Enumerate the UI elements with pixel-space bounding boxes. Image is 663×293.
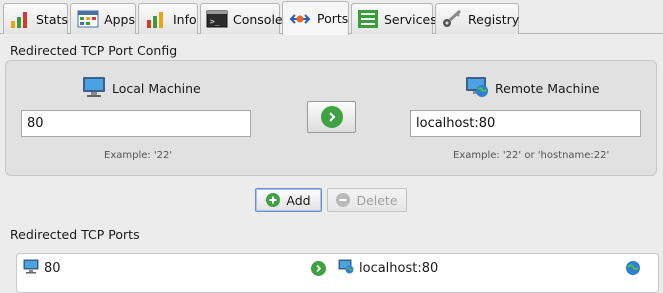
info-bars-icon — [144, 8, 168, 30]
remote-machine-label: Remote Machine — [495, 81, 600, 96]
tab-label: Ports — [317, 11, 349, 26]
config-section-title: Redirected TCP Port Config — [10, 43, 178, 58]
tab-registry[interactable]: Registry — [435, 3, 519, 34]
delete-button-label: Delete — [356, 192, 398, 208]
remote-port-input[interactable]: localhost:80 — [410, 110, 641, 137]
tab-apps[interactable]: Apps — [70, 3, 136, 34]
redirect-arrow-button[interactable] — [307, 101, 356, 133]
remote-machine-header: Remote Machine — [465, 76, 600, 101]
tab-label: Registry — [468, 11, 520, 27]
ports-arrows-icon — [288, 8, 312, 30]
tab-label: Apps — [104, 11, 135, 27]
plus-circle-icon — [266, 193, 281, 207]
tab-label: Info — [173, 11, 197, 27]
tab-bar: Stats Apps Info >_ Console Ports Service… — [0, 0, 663, 35]
row-globe-cell — [626, 254, 640, 282]
green-arrow-right-icon — [320, 106, 343, 128]
bar-chart-icon — [9, 8, 31, 30]
remote-monitor-globe-icon — [465, 76, 489, 101]
monitor-icon — [82, 76, 106, 101]
minus-circle-icon — [336, 193, 351, 207]
row-local-cell: 80 — [23, 254, 61, 282]
ports-list: 80 localhost:80 — [16, 253, 659, 293]
services-list-icon — [357, 8, 379, 30]
globe-icon — [626, 261, 640, 275]
tab-services[interactable]: Services — [351, 3, 437, 34]
row-local-port: 80 — [44, 260, 61, 276]
green-arrow-right-icon — [311, 260, 326, 276]
local-machine-header: Local Machine — [82, 76, 201, 101]
apps-window-icon — [76, 8, 99, 30]
registry-key-icon — [441, 8, 463, 30]
monitor-icon — [23, 259, 39, 278]
tab-stats[interactable]: Stats — [3, 3, 68, 34]
add-button-label: Add — [286, 192, 311, 208]
row-arrow-cell — [311, 254, 326, 282]
svg-text:>_: >_ — [210, 17, 220, 26]
terminal-icon: >_ — [206, 8, 228, 30]
delete-button[interactable]: Delete — [327, 188, 407, 212]
row-remote-cell: localhost:80 — [338, 254, 438, 282]
tab-label: Services — [384, 11, 437, 27]
tab-info[interactable]: Info — [138, 3, 198, 34]
row-remote-target: localhost:80 — [359, 260, 439, 276]
tab-console[interactable]: >_ Console — [200, 3, 283, 34]
local-machine-label: Local Machine — [112, 81, 201, 96]
add-button[interactable]: Add — [255, 188, 322, 212]
remote-port-hint: Example: '22' or 'hostname:22' — [453, 150, 610, 161]
tab-label: Stats — [36, 11, 68, 27]
tab-label: Console — [233, 11, 283, 27]
tab-ports[interactable]: Ports — [282, 1, 349, 35]
local-port-hint: Example: '22' — [104, 150, 173, 161]
list-item[interactable]: 80 localhost:80 — [17, 254, 658, 282]
local-port-input[interactable]: 80 — [21, 110, 251, 137]
remote-monitor-globe-icon — [338, 259, 354, 278]
ports-section-title: Redirected TCP Ports — [10, 227, 140, 242]
